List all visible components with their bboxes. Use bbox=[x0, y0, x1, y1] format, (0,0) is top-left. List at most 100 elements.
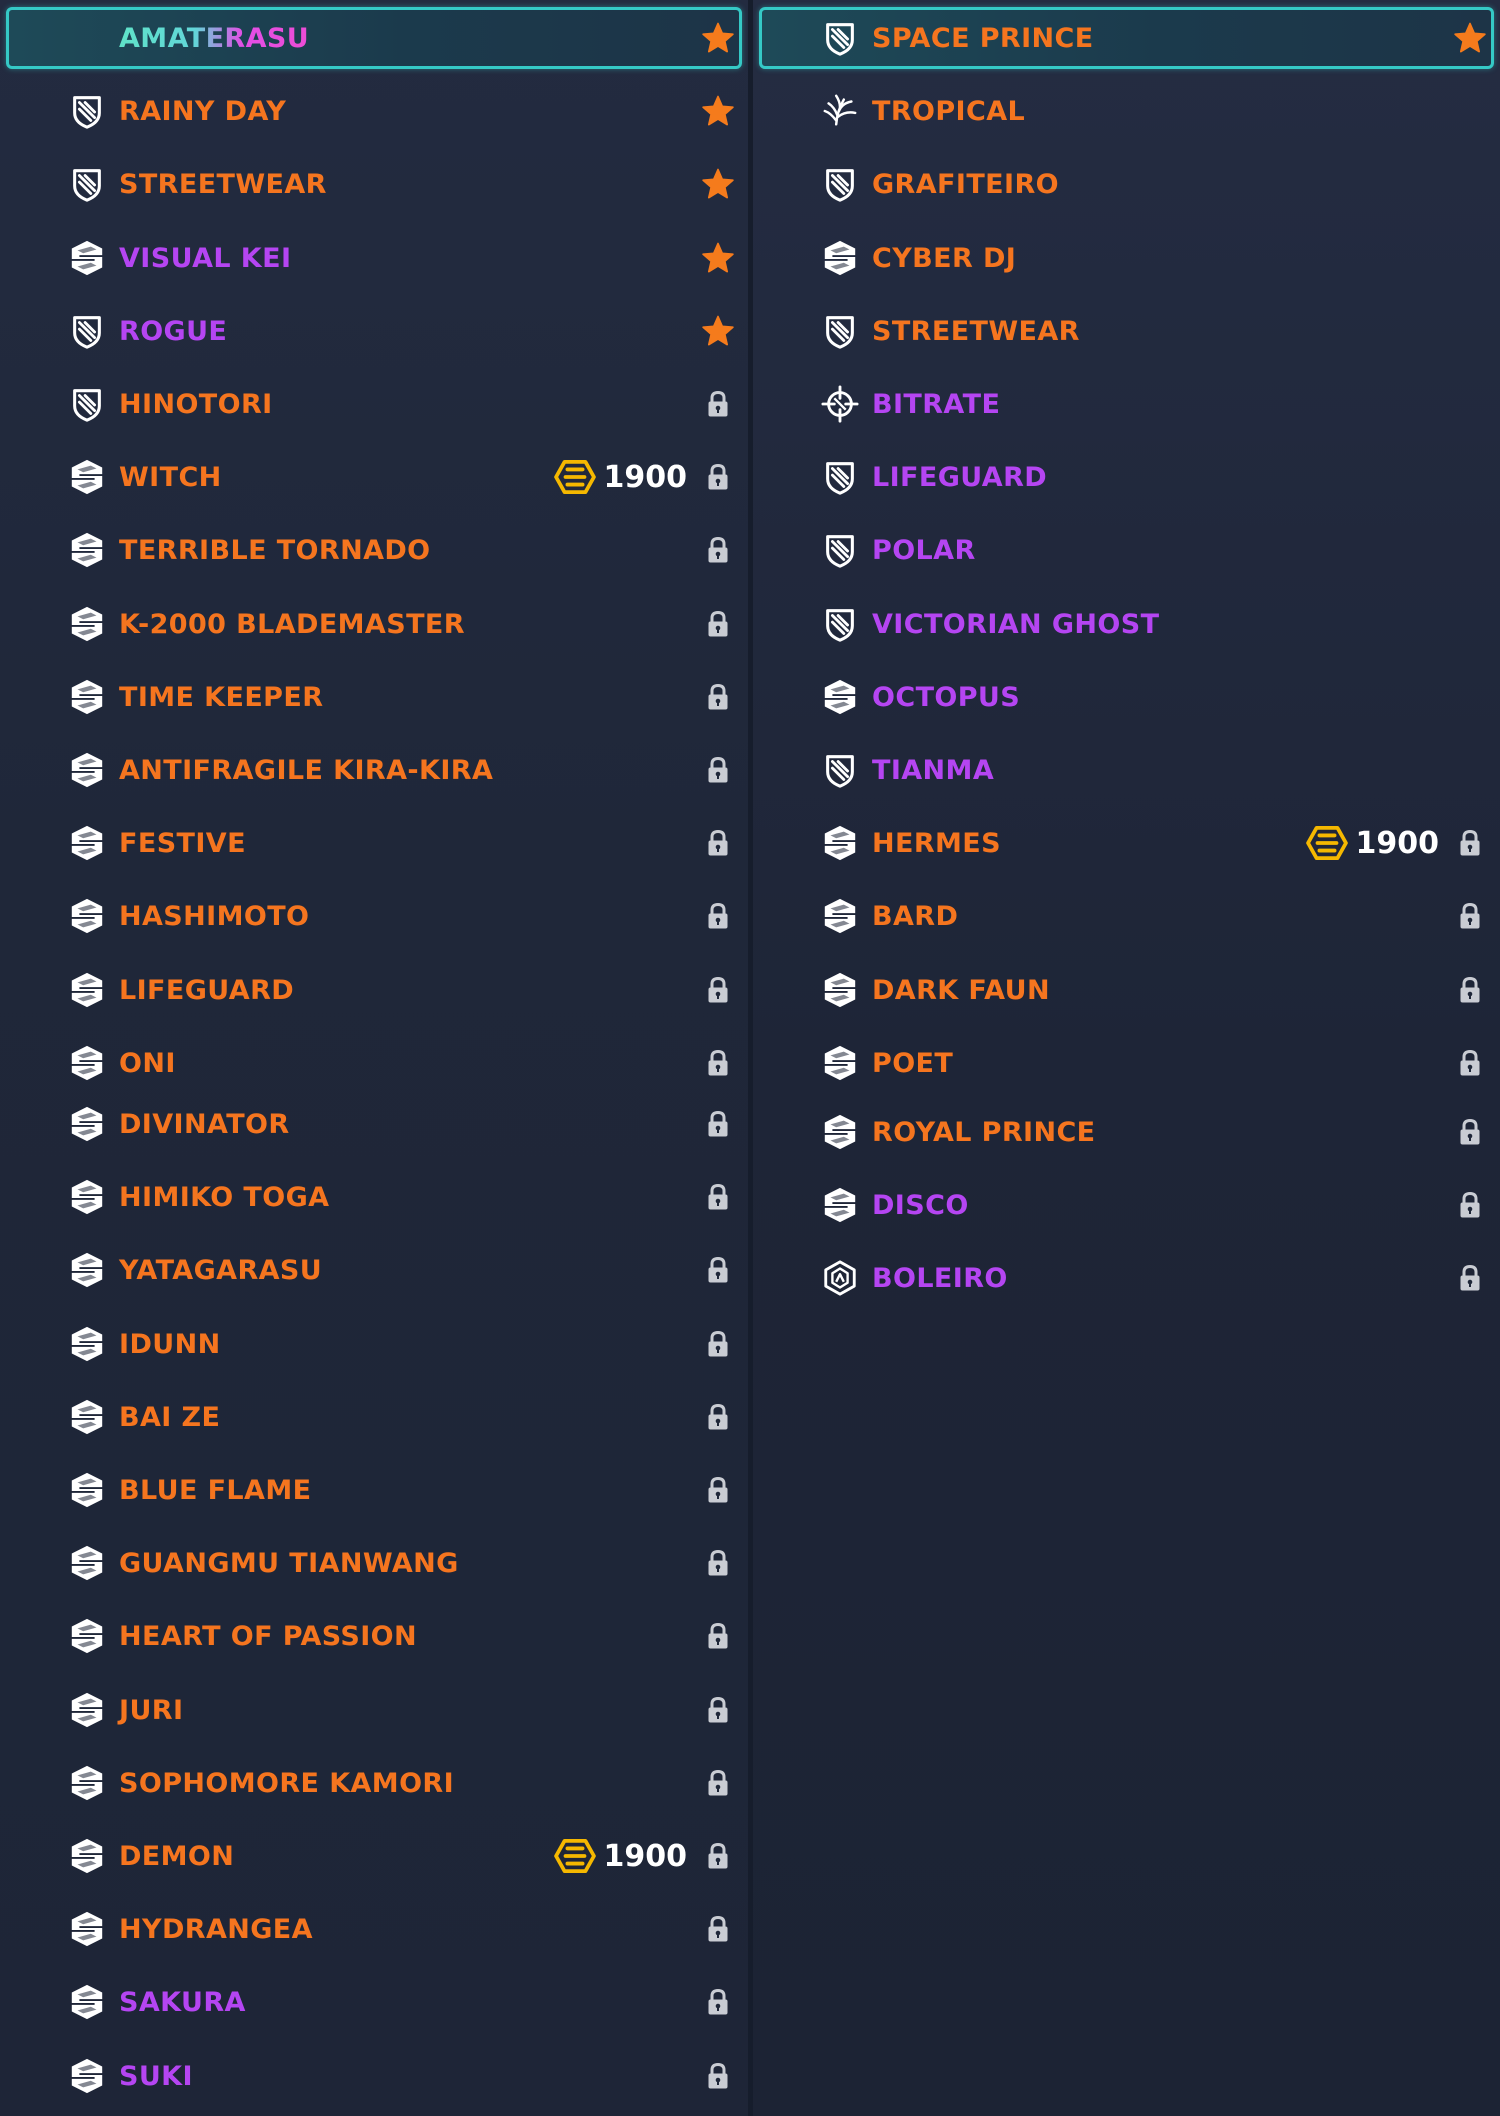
skin-name-label: HIMIKO TOGA bbox=[119, 1181, 330, 1213]
skin-s-icon bbox=[67, 1763, 107, 1803]
skin-name-label: YATAGARASU bbox=[119, 1254, 323, 1286]
lock-icon bbox=[1453, 899, 1487, 933]
crosshair-icon bbox=[820, 384, 860, 424]
lock-icon bbox=[701, 1046, 735, 1080]
skin-s-icon bbox=[67, 823, 107, 863]
skin-list-item[interactable]: STREETWEAR bbox=[759, 300, 1494, 362]
lock-icon bbox=[701, 1253, 735, 1287]
skin-list-item[interactable]: VISUAL KEI bbox=[6, 227, 742, 289]
skin-name-label: TIANMA bbox=[872, 754, 995, 786]
skin-list-item[interactable]: HIMIKO TOGA bbox=[6, 1166, 742, 1228]
skin-list-item[interactable]: BAI ZE bbox=[6, 1386, 742, 1448]
skin-s-icon bbox=[67, 1104, 107, 1144]
skin-s-icon bbox=[67, 530, 107, 570]
skin-list-item[interactable]: K-2000 BLADEMASTER bbox=[6, 593, 742, 655]
skin-list-item[interactable]: BARD bbox=[759, 885, 1494, 947]
skin-list-item[interactable]: GUANGMU TIANWANG bbox=[6, 1532, 742, 1594]
skin-list-item[interactable]: TERRIBLE TORNADO bbox=[6, 519, 742, 581]
skin-list-item[interactable]: SOPHOMORE KAMORI bbox=[6, 1752, 742, 1814]
skin-list-item[interactable]: TIME KEEPER bbox=[6, 666, 742, 728]
skin-list-item[interactable]: HERMES 1900 bbox=[759, 812, 1494, 874]
favorite-star-icon[interactable] bbox=[701, 167, 735, 201]
skin-list-item[interactable]: STREETWEAR bbox=[6, 153, 742, 215]
skin-list-item[interactable]: POLAR bbox=[759, 519, 1494, 581]
skin-list-item[interactable]: TROPICAL bbox=[759, 80, 1494, 142]
skin-list-item[interactable]: DIVINATOR bbox=[6, 1093, 742, 1155]
favorite-star-icon[interactable] bbox=[701, 314, 735, 348]
skin-name-label: JURI bbox=[119, 1694, 184, 1726]
skin-list-item[interactable]: JURI bbox=[6, 1679, 742, 1741]
skin-list-item[interactable]: AMATERASU bbox=[6, 7, 742, 69]
skin-name-label: GUANGMU TIANWANG bbox=[119, 1547, 459, 1579]
skin-s-icon bbox=[67, 750, 107, 790]
skin-list-item[interactable]: IDUNN bbox=[6, 1313, 742, 1375]
skin-s-icon bbox=[820, 970, 860, 1010]
skin-name-label: DEMON bbox=[119, 1840, 235, 1872]
favorite-star-icon[interactable] bbox=[701, 241, 735, 275]
lock-icon bbox=[701, 753, 735, 787]
favorite-star-icon[interactable] bbox=[701, 94, 735, 128]
skin-list-item[interactable]: YATAGARASU bbox=[6, 1239, 742, 1301]
skin-s-icon bbox=[67, 896, 107, 936]
skin-s-icon bbox=[67, 1690, 107, 1730]
skin-list-item[interactable]: OCTOPUS bbox=[759, 666, 1494, 728]
hexagon-badge-icon bbox=[820, 1258, 860, 1298]
skin-list-item[interactable]: ANTIFRAGILE KIRA-KIRA bbox=[6, 739, 742, 801]
skin-list-item[interactable]: DARK FAUN bbox=[759, 959, 1494, 1021]
skin-name-label: ROGUE bbox=[119, 315, 228, 347]
skin-list-item[interactable]: BOLEIRO bbox=[759, 1247, 1494, 1309]
left-skin-list: AMATERASU RAINY DAY STREETWEAR VISUAL KEI RO… bbox=[0, 0, 748, 2116]
skin-name-label: DISCO bbox=[872, 1189, 969, 1221]
lock-icon bbox=[701, 533, 735, 567]
skin-name-label: BARD bbox=[872, 900, 959, 932]
skin-list-item[interactable]: GRAFITEIRO bbox=[759, 153, 1494, 215]
skin-list-item[interactable]: BITRATE bbox=[759, 373, 1494, 435]
skin-s-icon bbox=[820, 677, 860, 717]
lock-icon bbox=[701, 1107, 735, 1141]
skin-list-item[interactable]: POET bbox=[759, 1032, 1494, 1094]
favorite-star-icon[interactable] bbox=[701, 21, 735, 55]
skin-list-item[interactable]: SPACE PRINCE bbox=[759, 7, 1494, 69]
lock-icon bbox=[701, 1327, 735, 1361]
right-skin-list: SPACE PRINCE TROPICAL GRAFITEIRO CYBER DJ ST… bbox=[753, 0, 1500, 2116]
skin-list-item[interactable]: HEART OF PASSION bbox=[6, 1605, 742, 1667]
skin-name-label: ROYAL PRINCE bbox=[872, 1116, 1096, 1148]
skin-list-item[interactable]: WITCH 1900 bbox=[6, 446, 742, 508]
skin-name-label: HASHIMOTO bbox=[119, 900, 310, 932]
lock-icon bbox=[701, 1546, 735, 1580]
lock-icon bbox=[701, 1619, 735, 1653]
skin-list-item[interactable]: VICTORIAN GHOST bbox=[759, 593, 1494, 655]
skin-list-item[interactable]: HINOTORI bbox=[6, 373, 742, 435]
skin-s-icon bbox=[820, 823, 860, 863]
skin-s-icon bbox=[820, 1043, 860, 1083]
skin-list-item[interactable]: HASHIMOTO bbox=[6, 885, 742, 947]
skin-list-item[interactable]: DEMON 1900 bbox=[6, 1825, 742, 1887]
skin-list-item[interactable]: DISCO bbox=[759, 1174, 1494, 1236]
shield-stripes-icon bbox=[820, 311, 860, 351]
skin-name-label: LIFEGUARD bbox=[872, 461, 1048, 493]
skin-s-icon bbox=[820, 896, 860, 936]
skin-name-label: AMATERASU bbox=[119, 22, 310, 54]
skin-list-item[interactable]: RAINY DAY bbox=[6, 80, 742, 142]
lock-icon bbox=[701, 1473, 735, 1507]
skin-list-item[interactable]: ROYAL PRINCE bbox=[759, 1101, 1494, 1163]
lock-icon bbox=[701, 1912, 735, 1946]
skin-name-label: TERRIBLE TORNADO bbox=[119, 534, 431, 566]
shield-stripes-icon bbox=[820, 530, 860, 570]
skin-list-item[interactable]: SUKI bbox=[6, 2045, 742, 2107]
skin-name-label: HINOTORI bbox=[119, 388, 273, 420]
skin-list-item[interactable]: TIANMA bbox=[759, 739, 1494, 801]
skin-list-item[interactable]: BLUE FLAME bbox=[6, 1459, 742, 1521]
skin-list-item[interactable]: ONI bbox=[6, 1032, 742, 1094]
skin-list-item[interactable]: FESTIVE bbox=[6, 812, 742, 874]
skin-list-item[interactable]: SAKURA bbox=[6, 1971, 742, 2033]
skin-list-item[interactable]: LIFEGUARD bbox=[6, 959, 742, 1021]
skin-list-item[interactable]: HYDRANGEA bbox=[6, 1898, 742, 1960]
skin-list-item[interactable]: LIFEGUARD bbox=[759, 446, 1494, 508]
palm-leaf-icon bbox=[820, 91, 860, 131]
skin-list-item[interactable]: CYBER DJ bbox=[759, 227, 1494, 289]
favorite-star-icon[interactable] bbox=[1453, 21, 1487, 55]
skin-name-label: DIVINATOR bbox=[119, 1108, 290, 1140]
skin-list-item[interactable]: ROGUE bbox=[6, 300, 742, 362]
skin-s-icon bbox=[67, 1909, 107, 1949]
